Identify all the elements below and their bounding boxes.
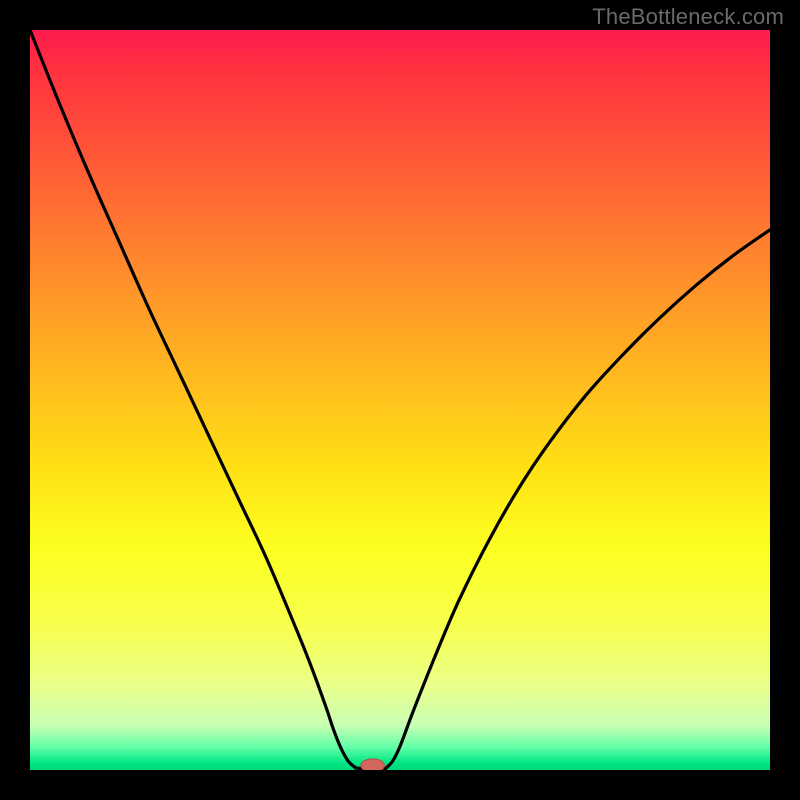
curve-svg <box>30 30 770 770</box>
optimum-marker <box>361 759 385 770</box>
bottleneck-curve <box>30 30 770 769</box>
watermark-text: TheBottleneck.com <box>592 4 784 30</box>
chart-frame: TheBottleneck.com <box>0 0 800 800</box>
plot-area <box>30 30 770 770</box>
